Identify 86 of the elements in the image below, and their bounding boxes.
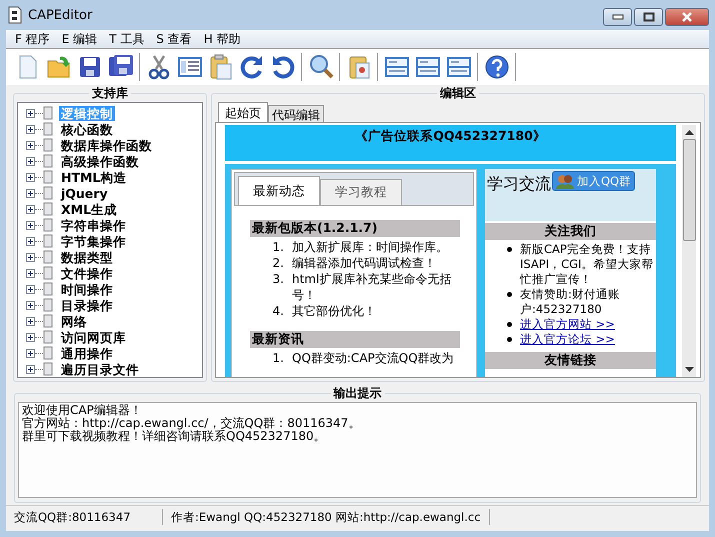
expand-icon[interactable]: [26, 220, 35, 230]
list-number: 1.: [272, 350, 284, 366]
tree-item[interactable]: 网络: [59, 314, 89, 328]
list-item: QQ群变动:CAP交流QQ群改为: [292, 350, 455, 366]
panel-title: 编辑区: [438, 85, 477, 102]
tree-item[interactable]: 核心函数: [59, 122, 115, 136]
list-number: 2.: [272, 255, 284, 271]
list-number: 1.: [272, 239, 284, 255]
tree-item[interactable]: XML生成: [59, 202, 120, 216]
tree-item[interactable]: 字节集操作: [59, 234, 128, 248]
close-icon: [680, 12, 694, 22]
bullet-icon: [507, 322, 512, 327]
tab[interactable]: 最新动态: [238, 176, 320, 205]
expand-icon[interactable]: [26, 236, 35, 246]
notice-text: 友情赞助:财付通账户:452327180: [520, 287, 621, 317]
list-item: 其它部份优化！: [292, 303, 377, 319]
status-text: 作者:Ewangl QQ:452327180 网站:http://cap.ewangl.cc: [163, 509, 490, 525]
bullet-icon: [507, 292, 512, 297]
maximize-icon: [642, 12, 654, 22]
tree-item[interactable]: 文件操作: [59, 266, 115, 280]
scrollbar[interactable]: [682, 125, 696, 377]
expand-icon[interactable]: [26, 332, 35, 342]
expand-icon[interactable]: [26, 140, 35, 150]
banner-text: 《广告位联系QQ452327180》: [355, 128, 546, 144]
tab[interactable]: 学习教程: [320, 179, 402, 205]
section-heading: 最新包版本(1.2.1.7): [250, 220, 460, 237]
panel-title: 输出提示: [332, 385, 382, 402]
people-icon: [556, 173, 574, 189]
link[interactable]: 进入官方论坛 >>: [520, 332, 615, 347]
expand-icon[interactable]: [26, 172, 35, 182]
menu-item[interactable]: S 查看: [153, 30, 201, 48]
expand-icon[interactable]: [26, 252, 35, 262]
list-item: html扩展库补充某些命令无括号！: [292, 271, 452, 303]
tree-item[interactable]: 数据类型: [59, 250, 115, 264]
side-title: 学习交流: [487, 174, 551, 195]
notice-text: 新版CAP完全免费！支持ISAPI，CGI。希望大家帮忙推广宣传！: [520, 242, 654, 287]
tree-item[interactable]: 字符串操作: [59, 218, 128, 232]
output-line: 欢迎使用CAP编辑器！: [22, 404, 143, 417]
tree-item[interactable]: jQuery: [59, 186, 110, 200]
scroll-up-icon[interactable]: [684, 129, 694, 135]
expand-icon[interactable]: [26, 364, 35, 374]
link[interactable]: 进入官方网站 >>: [520, 317, 615, 332]
tab[interactable]: 起始页: [218, 102, 268, 122]
menu-item[interactable]: T 工具: [106, 30, 154, 48]
output-line: 群里可下载视频教程！详细咨询请联系QQ452327180。: [22, 430, 327, 443]
tree-item[interactable]: 时间操作: [59, 282, 115, 296]
tab[interactable]: 代码编辑: [268, 105, 324, 122]
expand-icon[interactable]: [26, 108, 35, 118]
expand-icon[interactable]: [26, 124, 35, 134]
menu-item[interactable]: F 程序: [12, 30, 59, 48]
scroll-down-icon[interactable]: [684, 367, 694, 373]
list-item: 加入新扩展库：时间操作库。: [292, 239, 449, 255]
tree-item[interactable]: 目录操作: [59, 298, 115, 312]
list-number: 3.: [272, 271, 284, 288]
status-text: 交流QQ群:80116347: [6, 509, 163, 525]
tree-item[interactable]: 数据库操作函数: [59, 138, 154, 152]
close-button[interactable]: [665, 8, 709, 26]
list-item: 编辑器添加代码调试检查！: [292, 255, 437, 271]
window-title: CAPEditor: [28, 8, 92, 22]
bullet-icon: [507, 247, 512, 252]
section-heading: 最新资讯: [250, 331, 460, 348]
expand-icon[interactable]: [26, 268, 35, 278]
tree-item[interactable]: 访问网页库: [59, 330, 128, 344]
output-line: 官方网站：http://cap.ewangl.cc/，交流QQ群：80116347。: [22, 417, 362, 430]
minimize-button[interactable]: [603, 8, 632, 26]
expand-icon[interactable]: [26, 156, 35, 166]
expand-icon[interactable]: [26, 348, 35, 358]
expand-icon[interactable]: [26, 316, 35, 326]
maximize-button[interactable]: [634, 8, 663, 26]
section-heading: 关注我们: [485, 223, 656, 240]
menu-item[interactable]: H 帮助: [200, 30, 250, 48]
app-icon: [8, 6, 22, 24]
list-number: 4.: [272, 303, 284, 319]
bullet-icon: [507, 337, 512, 342]
minimize-icon: [612, 14, 624, 20]
expand-icon[interactable]: [26, 284, 35, 294]
section-heading: 友情链接: [485, 352, 656, 369]
menu-item[interactable]: E 编辑: [58, 30, 106, 48]
tree-item[interactable]: 遍历目录文件: [59, 362, 141, 376]
panel-title: 支持库: [91, 85, 129, 102]
tree-item[interactable]: 通用操作: [59, 346, 115, 360]
expand-icon[interactable]: [26, 188, 35, 198]
tree-item[interactable]: HTML构造: [59, 170, 128, 184]
expand-icon[interactable]: [26, 204, 35, 214]
tree-item[interactable]: 高级操作函数: [59, 154, 141, 168]
expand-icon[interactable]: [26, 300, 35, 310]
